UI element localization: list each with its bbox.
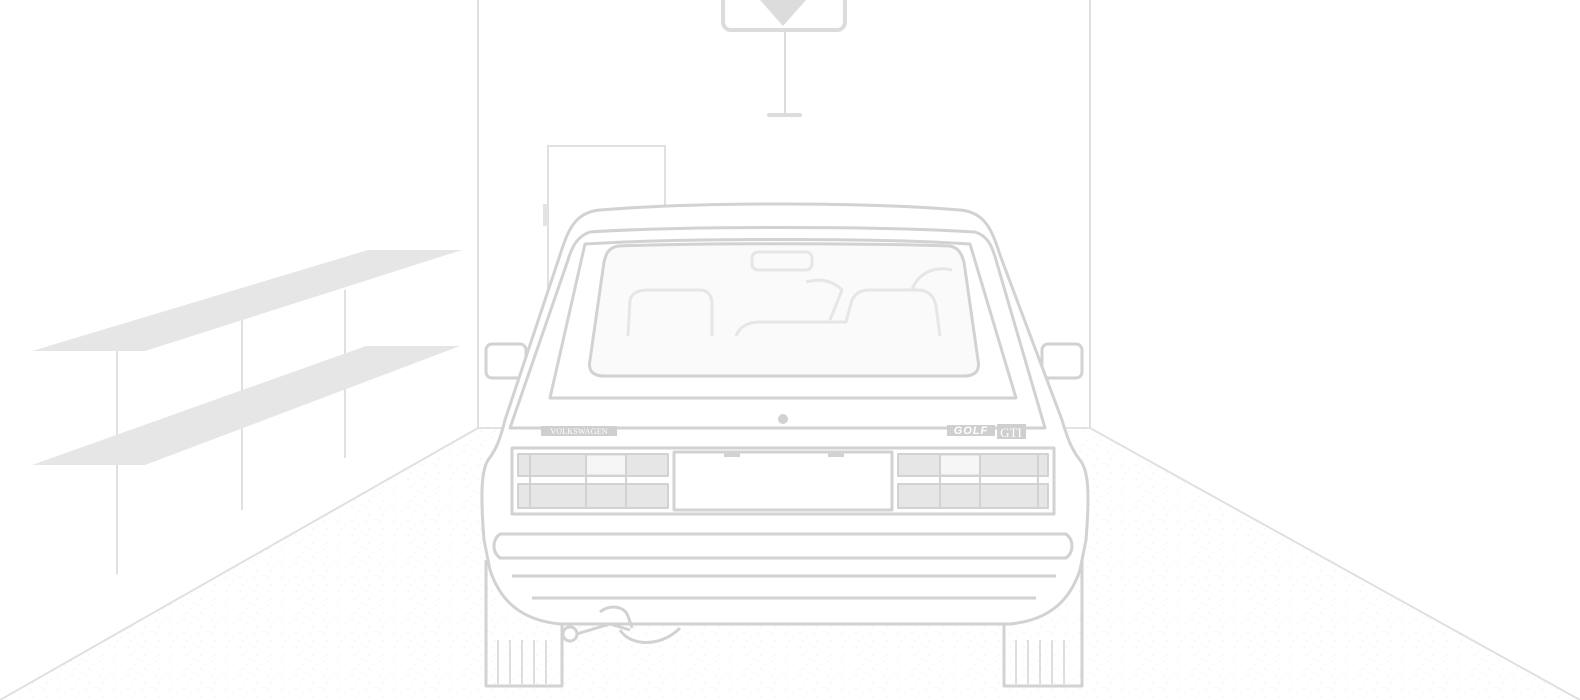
garage-illustration: VOLKSWAGEN GOLF GTI	[0, 0, 1580, 700]
yield-sign-icon	[721, 0, 847, 117]
make-badge: VOLKSWAGEN	[541, 426, 617, 436]
model-badge: GOLF	[947, 425, 995, 437]
trunk-lock	[778, 414, 788, 424]
model-badge-text: GOLF	[954, 425, 989, 437]
make-badge-text: VOLKSWAGEN	[550, 427, 608, 436]
trim-badge: GTI	[997, 424, 1026, 440]
garage-scene: VOLKSWAGEN GOLF GTI	[0, 0, 1580, 700]
mirror-right	[1040, 342, 1084, 380]
hatchback-rear-icon	[480, 202, 1090, 688]
rear-bumper	[492, 532, 1074, 560]
license-plate	[672, 450, 894, 512]
rear-window	[588, 242, 980, 378]
trim-badge-text: GTI	[1000, 425, 1022, 440]
